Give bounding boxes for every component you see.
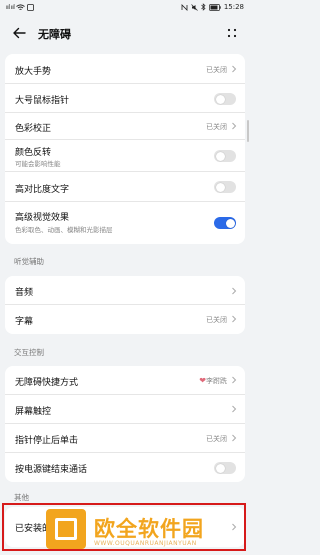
row-label: 音频	[15, 288, 34, 298]
watermark-logo-icon	[46, 509, 86, 549]
row-subtitle: 色彩取色、动画、模糊和光影描层	[15, 226, 113, 234]
row-label: 色彩校正	[15, 124, 52, 134]
scrollbar[interactable]	[247, 120, 249, 142]
signal-icon: ııl ııl	[6, 4, 15, 11]
mute-icon	[191, 3, 198, 11]
row-label: 字幕	[15, 317, 34, 327]
row-screen-touch[interactable]: 屏幕触控	[5, 395, 245, 424]
row-value: ❤李跗跣	[199, 376, 227, 386]
watermark-text: 欧全软件园	[94, 517, 204, 541]
more-options-icon[interactable]	[226, 26, 238, 40]
row-label: 大号鼠标指针	[15, 96, 70, 106]
status-bar: ııl ııl 15:28	[0, 0, 250, 16]
toggle-knob	[215, 94, 225, 104]
row-label: 高级视觉效果	[15, 213, 70, 223]
row-value: 已关闭	[206, 316, 227, 324]
battery-icon	[208, 3, 221, 11]
shortcut-value: 李跗跣	[206, 377, 227, 385]
toggle-switch[interactable]	[214, 181, 236, 193]
row-value: 已关闭	[206, 123, 227, 131]
row-advanced-visual-effects[interactable]: 高级视觉效果 色彩取色、动画、模糊和光影描层	[5, 202, 245, 244]
interaction-card: 无障碍快捷方式 ❤李跗跣 屏幕触控 指针停止后单击 已关闭 按电源键结束通话	[5, 366, 245, 482]
back-arrow-icon[interactable]	[10, 24, 28, 42]
section-title-hearing: 听觉辅助	[14, 257, 44, 266]
vision-card: 放大手势 已关闭 大号鼠标指针 色彩校正 已关闭 颜色反转 可能会影响性能 高对…	[5, 54, 245, 244]
chevron-right-icon	[232, 376, 237, 384]
toggle-knob	[225, 218, 235, 228]
row-high-contrast-text[interactable]: 高对比度文字	[5, 172, 245, 202]
chevron-right-icon	[232, 405, 237, 413]
section-title-other: 其他	[14, 493, 29, 502]
app-header: 无障碍	[0, 20, 250, 46]
nfc-icon	[27, 4, 35, 11]
status-left: ııl ııl	[6, 4, 35, 11]
row-value: 已关闭	[206, 435, 227, 443]
row-label: 颜色反转	[15, 148, 52, 158]
wifi-icon	[16, 4, 26, 10]
heart-icon: ❤	[199, 376, 206, 385]
chevron-right-icon	[232, 65, 237, 73]
chevron-right-icon	[232, 434, 237, 442]
status-time: 15:28	[223, 3, 244, 11]
watermark-logo-inner	[55, 518, 77, 540]
row-magnify-gesture[interactable]: 放大手势 已关闭	[5, 54, 245, 84]
row-label: 无障碍快捷方式	[15, 378, 79, 388]
row-subtitle: 可能会影响性能	[15, 160, 61, 168]
toggle-switch[interactable]	[214, 150, 236, 162]
status-right: 15:28	[181, 3, 244, 11]
hearing-card: 音频 字幕 已关闭	[5, 276, 245, 334]
row-label: 高对比度文字	[15, 185, 70, 195]
row-label: 指针停止后单击	[15, 436, 79, 446]
chevron-right-icon	[232, 287, 237, 295]
row-label: 按电源键结束通话	[15, 465, 88, 475]
chevron-right-icon	[232, 315, 237, 323]
row-accessibility-shortcut[interactable]: 无障碍快捷方式 ❤李跗跣	[5, 366, 245, 395]
row-label: 放大手势	[15, 67, 52, 77]
row-color-correction[interactable]: 色彩校正 已关闭	[5, 113, 245, 140]
row-label: 屏幕触控	[15, 407, 52, 417]
row-subtitles[interactable]: 字幕 已关闭	[5, 305, 245, 334]
nfc-n-icon	[181, 3, 188, 11]
bluetooth-icon	[201, 3, 206, 11]
toggle-switch[interactable]	[214, 93, 236, 105]
row-audio[interactable]: 音频	[5, 276, 245, 305]
page-title: 无障碍	[38, 28, 71, 41]
row-large-pointer[interactable]: 大号鼠标指针	[5, 84, 245, 113]
row-power-end-call[interactable]: 按电源键结束通话	[5, 453, 245, 482]
toggle-switch[interactable]	[214, 217, 236, 229]
section-title-interaction: 交互控制	[14, 348, 44, 357]
toggle-knob	[215, 182, 225, 192]
toggle-knob	[215, 463, 225, 473]
watermark-subtext: WWW.OUQUANRUANJIANYUAN	[94, 540, 197, 547]
row-color-inversion[interactable]: 颜色反转 可能会影响性能	[5, 140, 245, 172]
row-dwell-click[interactable]: 指针停止后单击 已关闭	[5, 424, 245, 453]
toggle-switch[interactable]	[214, 462, 236, 474]
chevron-right-icon	[232, 122, 237, 130]
row-value: 已关闭	[206, 66, 227, 74]
toggle-knob	[215, 151, 225, 161]
